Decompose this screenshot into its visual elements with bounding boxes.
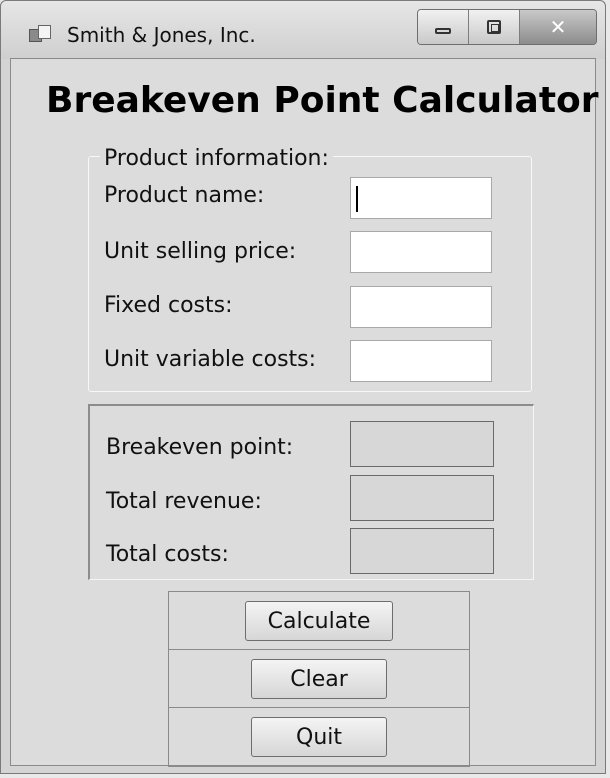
title-bar[interactable]: Smith & Jones, Inc. ✕ xyxy=(1,1,605,59)
unit-variable-costs-input[interactable] xyxy=(351,341,491,381)
total-costs-label: Total costs: xyxy=(106,542,229,567)
unit-variable-costs-textbox[interactable] xyxy=(350,340,492,382)
clear-button[interactable]: Clear xyxy=(251,659,387,699)
fixed-costs-label: Fixed costs: xyxy=(104,293,233,318)
unit-selling-price-input[interactable] xyxy=(351,232,491,272)
window-title: Smith & Jones, Inc. xyxy=(67,23,256,47)
page-title: Breakeven Point Calculator xyxy=(46,80,599,121)
button-row: Clear xyxy=(169,650,469,708)
minimize-icon xyxy=(435,28,451,34)
product-name-textbox[interactable] xyxy=(350,177,492,219)
fixed-costs-textbox[interactable] xyxy=(350,286,492,328)
unit-selling-price-label: Unit selling price: xyxy=(104,239,297,264)
total-revenue-output xyxy=(350,475,494,521)
close-button[interactable]: ✕ xyxy=(520,10,596,44)
window-controls: ✕ xyxy=(417,9,597,45)
product-information-legend: Product information: xyxy=(100,146,333,171)
app-icon[interactable] xyxy=(29,25,51,43)
unit-selling-price-textbox[interactable] xyxy=(350,231,492,273)
minimize-button[interactable] xyxy=(418,10,469,44)
product-name-input[interactable] xyxy=(351,178,491,218)
breakeven-point-output xyxy=(350,421,494,467)
button-row: Quit xyxy=(169,708,469,766)
button-row: Calculate xyxy=(169,592,469,650)
maximize-icon xyxy=(487,20,501,34)
unit-variable-costs-label: Unit variable costs: xyxy=(104,347,317,372)
breakeven-point-label: Breakeven point: xyxy=(106,435,294,460)
fixed-costs-input[interactable] xyxy=(351,287,491,327)
total-costs-output xyxy=(350,528,494,574)
product-name-label: Product name: xyxy=(104,183,265,208)
close-icon: ✕ xyxy=(549,15,567,39)
text-caret xyxy=(356,186,358,212)
button-panel: Calculate Clear Quit xyxy=(168,591,470,767)
total-revenue-label: Total revenue: xyxy=(106,489,262,514)
quit-button[interactable]: Quit xyxy=(251,717,387,757)
calculate-button[interactable]: Calculate xyxy=(245,601,393,641)
maximize-button[interactable] xyxy=(469,10,520,44)
